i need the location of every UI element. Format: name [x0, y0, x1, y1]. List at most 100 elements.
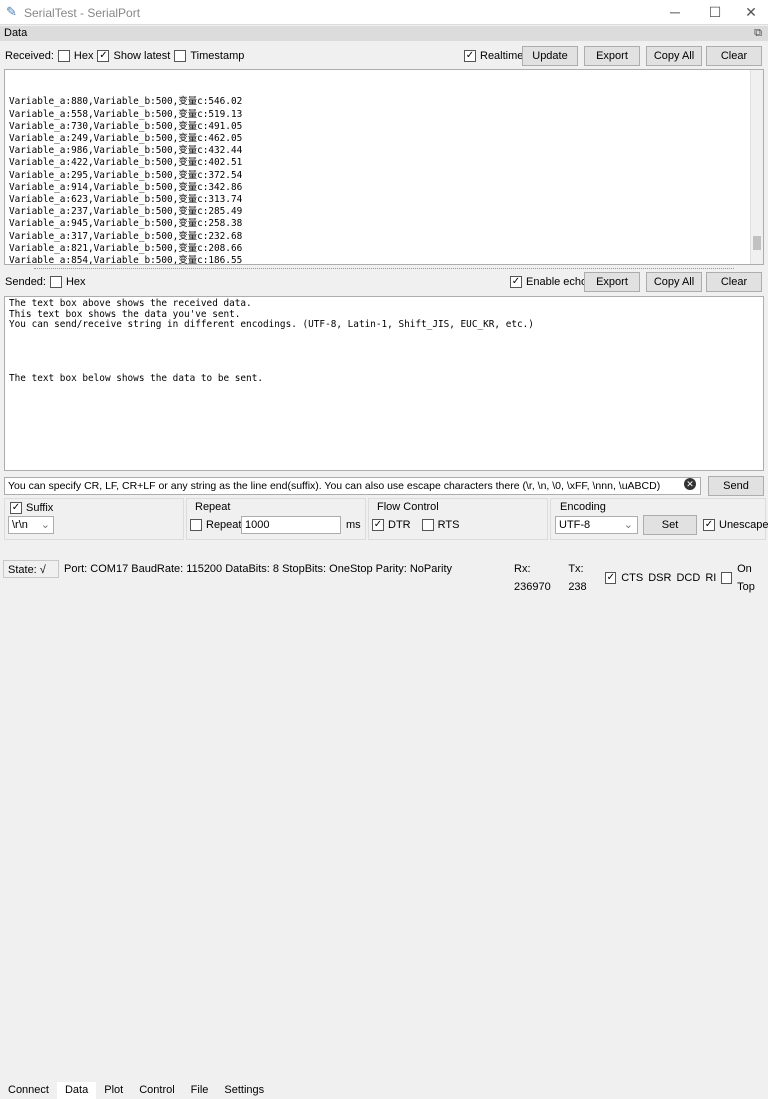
repeat-unit: ms — [346, 519, 361, 531]
repeat-group: Repeat Repeat 1000 ms — [186, 498, 366, 540]
ri-label: RI — [705, 572, 717, 584]
sent-label: Sended: — [5, 276, 46, 288]
suffix-checkbox[interactable]: ✓ — [10, 502, 22, 514]
received-line: Variable_a:422,Variable_b:500,变量c:402.51 — [9, 157, 243, 169]
received-scrollbar[interactable] — [750, 70, 763, 264]
dtr-checkbox[interactable]: ✓ — [372, 519, 384, 531]
rx-count: Rx: 236970 — [514, 563, 551, 593]
repeat-interval-input[interactable]: 1000 — [241, 516, 341, 534]
encoding-select[interactable]: UTF-8 ⌄ — [555, 516, 638, 534]
suffix-value: \r\n — [12, 519, 28, 531]
received-line: Variable_a:821,Variable_b:500,变量c:208.66 — [9, 242, 243, 254]
show-latest-label: Show latest — [113, 50, 171, 62]
title-bar: ✎ SerialTest - SerialPort ─ ☐ ✕ — [0, 0, 768, 25]
rts-label: RTS — [437, 519, 460, 531]
timestamp-checkbox[interactable] — [174, 50, 187, 62]
received-line: Variable_a:880,Variable_b:500,变量c:546.02 — [9, 96, 243, 108]
cts-checkbox: ✓ — [605, 572, 617, 584]
realtime-checkbox[interactable]: ✓ — [464, 50, 476, 62]
flow-control-group: Flow Control ✓ DTR RTS — [368, 498, 548, 540]
unescape-checkbox[interactable]: ✓ — [703, 519, 715, 531]
state-indicator: State: √ — [3, 560, 59, 578]
suffix-group: ✓ Suffix \r\n ⌄ — [4, 498, 184, 540]
close-button[interactable]: ✕ — [736, 2, 766, 22]
on-top-label: On Top — [737, 563, 755, 593]
minimize-button[interactable]: ─ — [660, 2, 690, 22]
dock-header: Data ⧉ — [0, 26, 768, 41]
clear-input-icon[interactable]: ✕ — [684, 478, 696, 490]
enable-echo-checkbox[interactable]: ✓ — [510, 276, 522, 288]
received-line: Variable_a:237,Variable_b:500,变量c:285.49 — [9, 206, 243, 218]
dcd-label: DCD — [676, 572, 701, 584]
echo-option: ✓ Enable echo — [510, 273, 587, 291]
export-received-button[interactable]: Export — [584, 46, 640, 66]
suffix-select[interactable]: \r\n ⌄ — [8, 516, 54, 534]
chevron-down-icon: ⌄ — [40, 519, 50, 531]
tab-bar: Connect Data Plot Control File Settings — [0, 541, 272, 1099]
show-latest-checkbox[interactable]: ✓ — [97, 50, 110, 62]
maximize-button[interactable]: ☐ — [700, 2, 730, 22]
copy-all-sent-button[interactable]: Copy All — [646, 272, 702, 292]
sent-hex-label: Hex — [65, 276, 86, 288]
sent-hex-checkbox[interactable] — [49, 276, 62, 288]
cts-label: CTS — [621, 572, 644, 584]
status-right: Rx: 236970 Tx: 238 ✓ CTS DSR DCD RI On To… — [514, 560, 768, 596]
received-line: Variable_a:249,Variable_b:500,变量c:462.05 — [9, 133, 243, 145]
received-line: Variable_a:854,Variable_b:500,变量c:186.55 — [9, 255, 243, 265]
dock-title: Data — [4, 27, 28, 39]
sent-options: Sended: Hex — [5, 273, 86, 291]
received-label: Received: — [5, 50, 54, 62]
received-options: Received: Hex ✓ Show latest Timestamp — [5, 47, 244, 65]
realtime-option: ✓ Realtime — [464, 47, 523, 65]
received-textbox[interactable]: Variable_a:880,Variable_b:500,变量c:546.02… — [4, 69, 764, 265]
unescape-label: Unescape — [719, 519, 768, 531]
export-sent-button[interactable]: Export — [584, 272, 640, 292]
tab-connect[interactable]: Connect — [0, 1082, 57, 1099]
set-encoding-button[interactable]: Set — [643, 515, 697, 535]
tab-file[interactable]: File — [183, 1082, 217, 1099]
tab-settings[interactable]: Settings — [216, 1082, 272, 1099]
port-info: Port: COM17 BaudRate: 115200 DataBits: 8… — [64, 563, 453, 575]
received-line: Variable_a:730,Variable_b:500,变量c:491.05 — [9, 120, 243, 132]
repeat-label: Repeat — [206, 519, 242, 531]
flow-control-title: Flow Control — [377, 501, 439, 513]
splitter[interactable] — [34, 268, 734, 269]
float-icon[interactable]: ⧉ — [754, 26, 762, 41]
hex-label: Hex — [73, 50, 94, 62]
dsr-label: DSR — [648, 572, 672, 584]
received-line: Variable_a:914,Variable_b:500,变量c:342.86 — [9, 181, 243, 193]
repeat-checkbox[interactable] — [190, 519, 202, 531]
app-icon: ✎ — [6, 4, 17, 19]
encoding-group: Encoding UTF-8 ⌄ Set ✓ Unescape — [550, 498, 768, 540]
tx-count: Tx: 238 — [568, 563, 587, 593]
timestamp-label: Timestamp — [190, 50, 245, 62]
data-input[interactable]: You can specify CR, LF, CR+LF or any str… — [4, 477, 701, 495]
received-line: Variable_a:295,Variable_b:500,变量c:372.54 — [9, 169, 243, 181]
chevron-down-icon: ⌄ — [623, 519, 633, 531]
rts-checkbox[interactable] — [421, 519, 434, 531]
tab-plot[interactable]: Plot — [96, 1082, 131, 1099]
send-button[interactable]: Send — [708, 476, 764, 496]
received-line: Variable_a:558,Variable_b:500,变量c:519.13 — [9, 108, 243, 120]
received-line: Variable_a:986,Variable_b:500,变量c:432.44 — [9, 145, 243, 157]
encoding-value: UTF-8 — [559, 519, 591, 531]
clear-received-button[interactable]: Clear — [706, 46, 762, 66]
dtr-label: DTR — [388, 519, 411, 531]
hex-checkbox[interactable] — [57, 50, 70, 62]
received-line: Variable_a:945,Variable_b:500,变量c:258.38 — [9, 218, 243, 230]
update-button[interactable]: Update — [522, 46, 578, 66]
enable-echo-label: Enable echo — [526, 276, 588, 288]
received-line: Variable_a:623,Variable_b:500,变量c:313.74 — [9, 194, 243, 206]
tab-data[interactable]: Data — [56, 1082, 97, 1099]
window-title: SerialTest - SerialPort — [24, 6, 141, 20]
received-line: Variable_a:317,Variable_b:500,变量c:232.68 — [9, 230, 243, 242]
sent-textbox[interactable]: The text box above shows the received da… — [4, 296, 764, 471]
clear-sent-button[interactable]: Clear — [706, 272, 762, 292]
on-top-checkbox[interactable] — [721, 572, 733, 584]
suffix-label: Suffix — [26, 502, 54, 514]
realtime-label: Realtime — [480, 50, 524, 62]
copy-all-received-button[interactable]: Copy All — [646, 46, 702, 66]
repeat-title: Repeat — [195, 501, 231, 513]
tab-control[interactable]: Control — [131, 1082, 182, 1099]
encoding-title: Encoding — [560, 501, 606, 513]
